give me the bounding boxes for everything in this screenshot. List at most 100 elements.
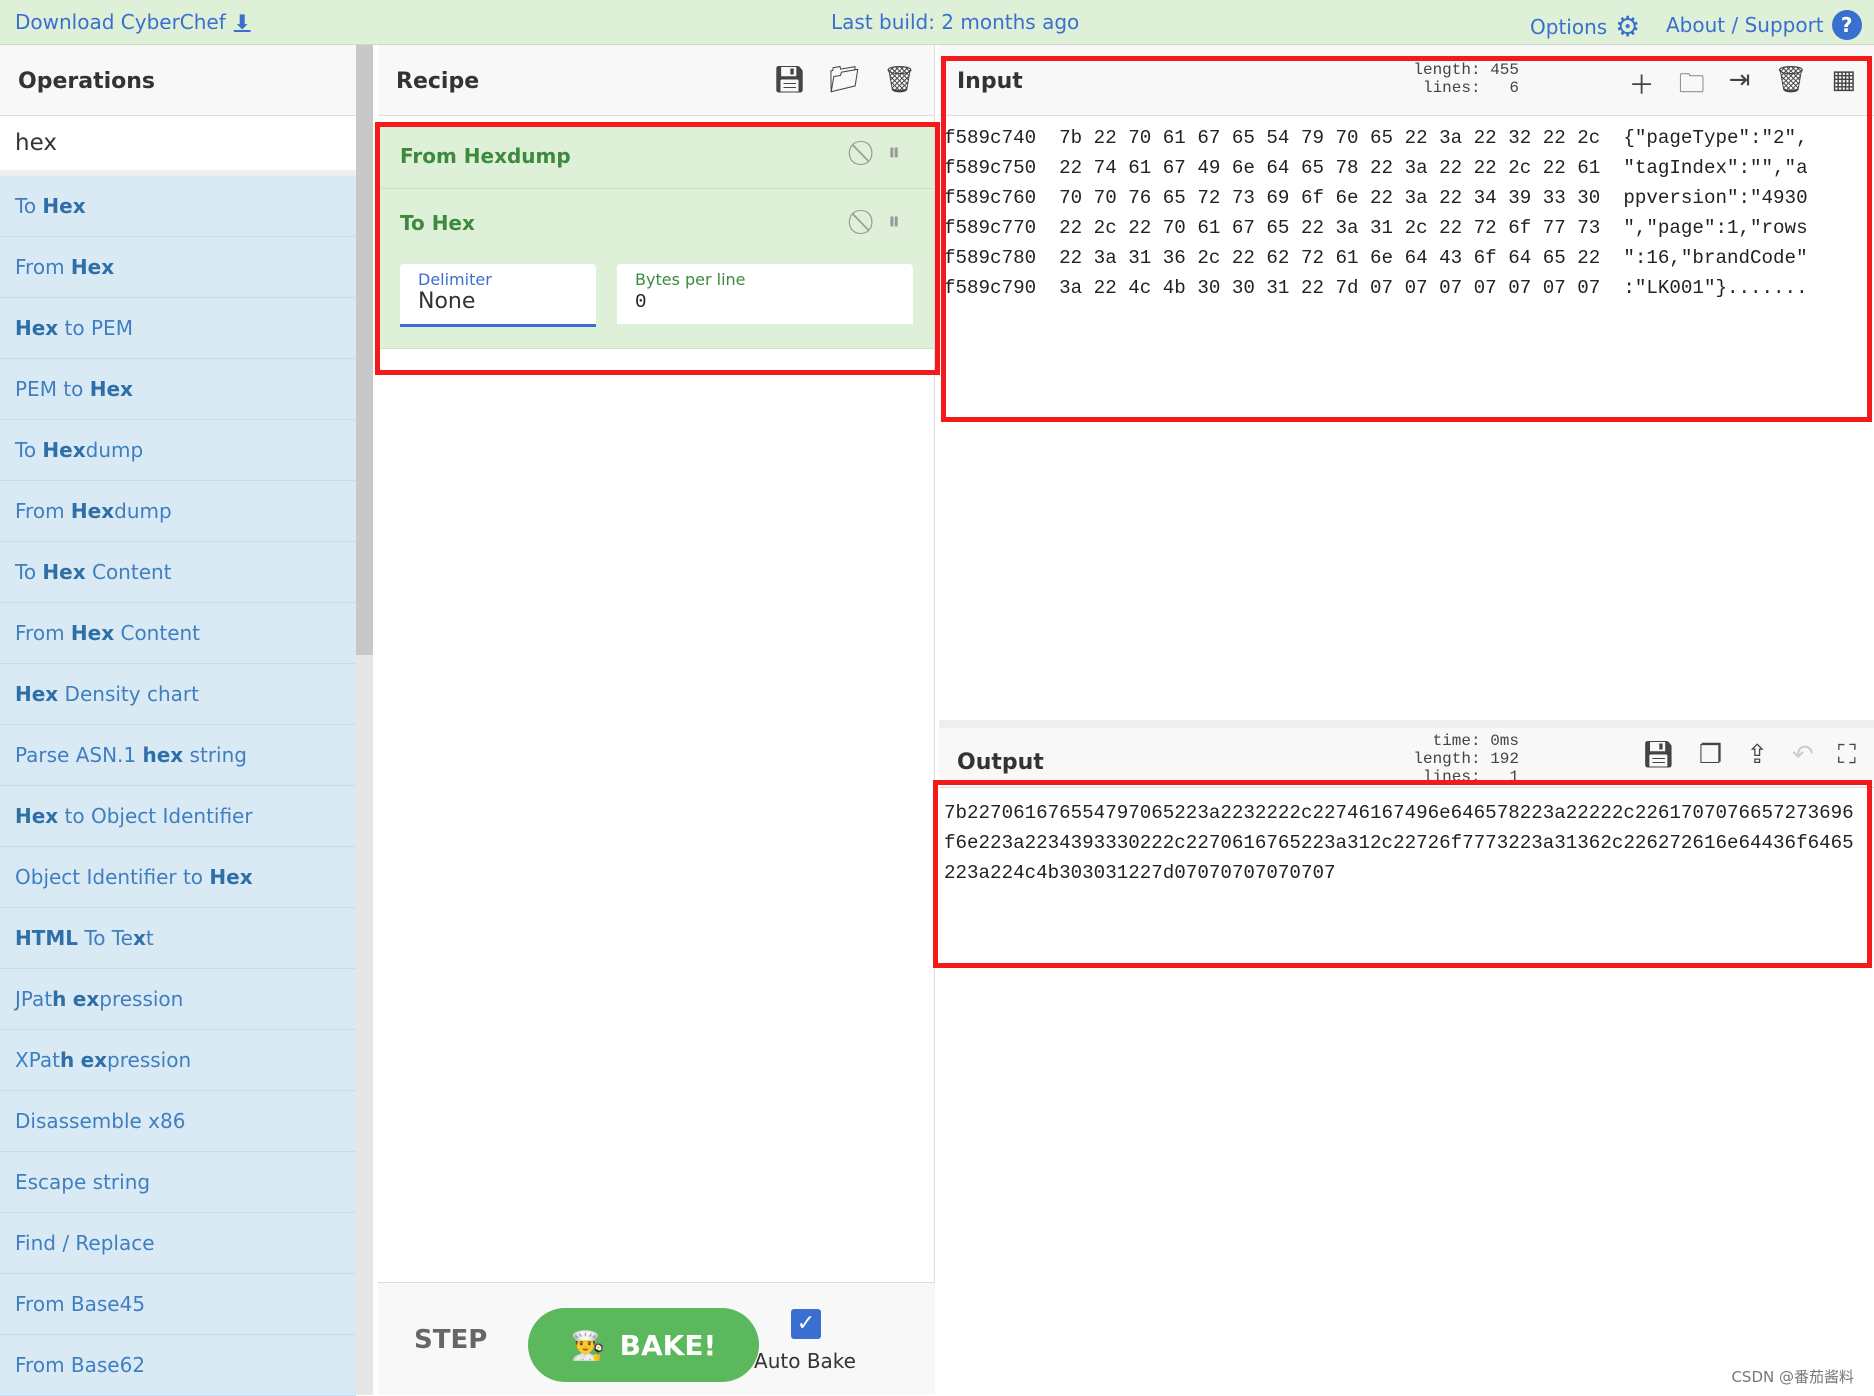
operation-item[interactable]: From Hex [0,237,356,298]
open-file-icon[interactable]: ⇥ [1729,65,1751,109]
operation-label-part: From Base62 [15,1353,146,1377]
operation-label-part: ex [72,987,100,1011]
operation-item[interactable]: From Hex Content [0,603,356,664]
operation-label-part: Hex [15,316,59,340]
operation-label-part: Density chart [58,682,199,706]
operation-item[interactable]: To Hexdump [0,420,356,481]
operation-label-part: To [15,560,43,584]
lines-value: 1 [1509,768,1519,782]
recipe-op-title: From Hexdump [400,144,571,168]
operation-item[interactable]: Escape string [0,1152,356,1213]
operation-item[interactable]: JPath expression [0,969,356,1030]
output-stats: time: 0ms length: 192 lines: 1 [1413,732,1519,782]
operation-label-part: to PEM [58,316,133,340]
operation-label-part: Hex [89,377,133,401]
bytes-per-line-value: 0 [635,291,647,313]
operation-item[interactable]: PEM to Hex [0,359,356,420]
clear-input-icon[interactable]: 🗑︎ [1774,65,1807,109]
operation-item[interactable]: Hex Density chart [0,664,356,725]
auto-bake-checkbox[interactable]: ✓ [791,1309,821,1339]
operation-label-part: h [59,1048,75,1072]
input-textarea[interactable]: f589c740 7b 22 70 61 67 65 54 79 70 65 2… [939,116,1874,310]
operation-label-part: ex [80,1048,108,1072]
open-folder-icon[interactable]: 🗀 [1679,65,1705,109]
operation-item[interactable]: Hex to Object Identifier [0,786,356,847]
operations-panel: Operations To HexFrom HexHex to PEMPEM t… [0,45,356,1396]
operation-label-part: To [15,194,43,218]
length-value: 455 [1490,61,1519,79]
operation-item[interactable]: To Hex [0,176,356,237]
bytes-per-line-input[interactable]: Bytes per line 0 [617,264,913,324]
maximise-icon[interactable]: ⛶ [1838,740,1856,771]
operation-label-part: JPat [15,987,53,1011]
recipe-op-from-hexdump[interactable]: From Hexdump ⃠⏸︎ [378,124,934,189]
layout-icon[interactable]: ▦ [1831,65,1856,109]
save-icon[interactable]: 💾︎ [773,65,806,95]
delimiter-label: Delimiter [418,270,492,289]
operation-label-part: h [52,987,67,1011]
operation-item[interactable]: HTML To Text [0,908,356,969]
gear-icon: ⚙ [1615,10,1641,43]
operation-item[interactable]: From Base45 [0,1274,356,1335]
operation-item[interactable]: From Base62 [0,1335,356,1396]
add-tab-icon[interactable]: ＋ [1629,65,1655,109]
operation-label-part: pression [99,987,184,1011]
operation-label-part: Find / Replace [15,1231,155,1255]
operation-item[interactable]: Disassemble x86 [0,1091,356,1152]
top-bar: Download CyberChef ⬇ Last build: 2 months… [0,0,1874,45]
operation-label-part: From [15,255,71,279]
folder-icon[interactable]: 📁︎ [828,65,861,95]
download-label: Download CyberChef [15,10,226,34]
length-label: length: [1413,61,1481,79]
pause-icon[interactable]: ⏸︎ [888,138,900,166]
about-link[interactable]: About / Support? [1666,10,1862,40]
auto-bake-label: Auto Bake [754,1349,856,1373]
pause-icon[interactable]: ⏸︎ [888,207,900,235]
operations-title: Operations [0,45,356,116]
operation-item[interactable]: From Hexdump [0,481,356,542]
operation-item[interactable]: Hex to PEM [0,298,356,359]
operation-label-part: From [15,499,71,523]
operation-label-part: Object Identifier to [15,865,210,889]
step-button[interactable]: STEP [414,1325,487,1355]
operation-item[interactable]: Object Identifier to Hex [0,847,356,908]
copy-icon[interactable]: ❐ [1699,740,1722,771]
operation-label-part: x [132,926,146,950]
bake-label: BAKE! [619,1328,717,1362]
operations-list: To Hex From Hex Hex to PEM PEM to Hex To Hex… [0,176,356,1396]
length-label: length: [1413,750,1481,768]
operation-label-part: Hex [15,804,59,828]
download-link[interactable]: Download CyberChef ⬇ [15,10,251,34]
operations-search-input[interactable] [0,116,356,176]
operation-label-part: Hex [15,682,59,706]
operation-label-part: Hex [209,865,253,889]
operation-label-part: Parse ASN.1 [15,743,143,767]
operation-item[interactable]: Find / Replace [0,1213,356,1274]
undo-icon[interactable]: ↶ [1792,740,1814,771]
operation-item[interactable]: To Hex Content [0,542,356,603]
operation-label-part: XPat [15,1048,60,1072]
help-icon: ? [1831,10,1862,40]
bake-button[interactable]: 👨‍🍳 BAKE! [528,1308,759,1382]
operation-label-part: PEM to [15,377,90,401]
delimiter-select[interactable]: Delimiter None [400,264,596,327]
time-value: 0ms [1490,732,1519,750]
options-label: Options [1530,14,1608,39]
operation-item[interactable]: XPath expression [0,1030,356,1091]
operations-scrollbar[interactable] [356,45,373,1395]
save-output-icon[interactable]: 💾︎ [1642,740,1675,771]
scrollbar-thumb[interactable] [356,45,373,655]
options-link[interactable]: Options ⚙ [1530,10,1640,43]
operation-item[interactable]: Parse ASN.1 hex string [0,725,356,786]
delimiter-value: None [418,289,476,314]
output-text[interactable]: 7b227061676554797065223a2232222c22746167… [939,788,1860,898]
chef-icon: 👨‍🍳 [570,1328,606,1362]
trash-icon[interactable]: 🗑︎ [883,65,916,95]
bake-area: STEP 👨‍🍳 BAKE! ✓ Auto Bake [378,1282,935,1395]
bytes-per-line-label: Bytes per line [635,270,746,289]
replace-input-icon[interactable]: ⇪ [1746,740,1768,771]
operation-label-part: Hex [70,621,115,645]
recipe-op-to-hex[interactable]: To Hex ⃠⏸︎ Delimiter None Bytes per line… [378,189,934,349]
operation-label-part: Disassemble x86 [15,1109,186,1133]
operation-label-part: pression [107,1048,192,1072]
